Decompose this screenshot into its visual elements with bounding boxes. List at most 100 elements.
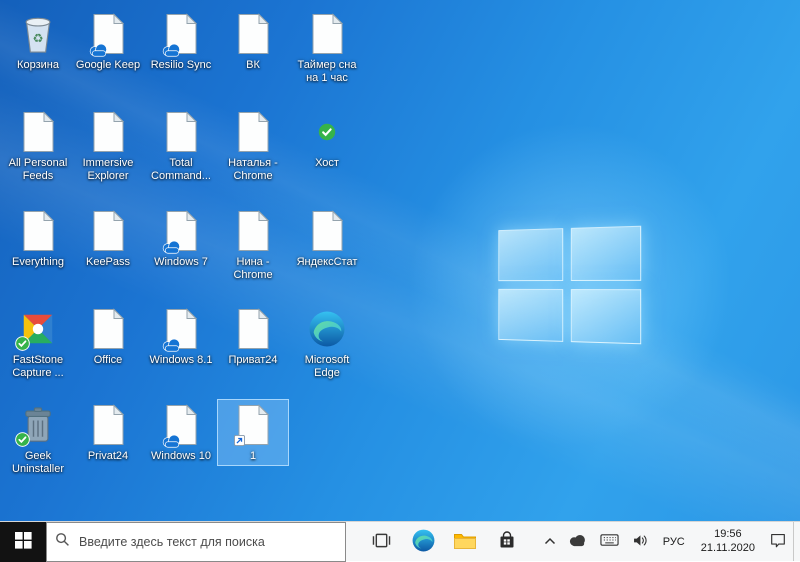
desktop-icon-label: Google Keep	[75, 59, 141, 71]
desktop-icon-google-keep[interactable]: Google Keep	[72, 8, 144, 75]
desktop-icon-office[interactable]: Office	[72, 303, 144, 370]
document-icon	[305, 12, 349, 56]
document-icon	[231, 12, 275, 56]
touch-keyboard-button[interactable]	[594, 522, 625, 561]
desktop-icon-label: Privat24	[87, 450, 129, 462]
desktop-icon-label: Windows 8.1	[149, 354, 213, 366]
edge-icon	[305, 307, 349, 351]
windows-logo-pane	[570, 225, 642, 281]
desktop-icon-label: Geek Uninstaller	[12, 450, 64, 475]
desktop-icon-label: KeePass	[85, 256, 131, 268]
action-center-icon	[769, 531, 787, 552]
desktop-icon-vk[interactable]: ВК	[217, 8, 289, 75]
desktop-icon-label: Office	[93, 354, 123, 366]
store-bag-icon	[497, 530, 517, 554]
document-icon	[231, 307, 275, 351]
document-cloud-icon	[159, 12, 203, 57]
document-icon	[86, 403, 130, 447]
desktop-icon-label: Нина - Chrome	[233, 256, 273, 281]
desktop-icon-label: Microsoft Edge	[304, 354, 350, 379]
desktop-icon-immersive-explorer[interactable]: Immersive Explorer	[72, 106, 144, 186]
clock[interactable]: 19:56 21.11.2020	[693, 522, 763, 561]
desktop-icon-faststone-capture[interactable]: FastStone Capture ...	[2, 303, 74, 383]
desktop-icon-label: ВК	[246, 59, 260, 71]
svg-text:♻: ♻	[32, 32, 43, 46]
system-tray: РУС 19:56 21.11.2020	[538, 522, 800, 561]
cloud-icon	[568, 533, 588, 550]
document-icon	[231, 403, 275, 447]
desktop-icon-windows-10[interactable]: Windows 10	[145, 399, 217, 466]
desktop-icon-label: 1	[249, 450, 257, 462]
desktop: ♻ Корзина Google Keep Resilio Sync ВК Тай…	[0, 0, 800, 521]
hidden-icons-button[interactable]	[538, 522, 562, 561]
document-icon	[231, 209, 275, 253]
taskbar: РУС 19:56 21.11.2020	[0, 521, 800, 562]
task-view-button[interactable]	[360, 522, 402, 562]
geek-uninstaller-icon	[15, 403, 60, 447]
desktop-icon-label: Windows 10	[151, 450, 211, 462]
windows-logo-pane	[570, 289, 642, 345]
document-cloud-icon	[159, 403, 203, 448]
desktop-icon-label: Resilio Sync	[150, 59, 212, 71]
language-indicator[interactable]: РУС	[655, 522, 693, 561]
desktop-icon-label: Everything	[12, 256, 64, 268]
recycle-bin-icon: ♻	[16, 12, 60, 56]
desktop-icon-yandex-stat[interactable]: ЯндексСтат	[291, 205, 363, 272]
document-icon	[16, 209, 60, 253]
clock-time: 19:56	[714, 527, 742, 540]
volume-button[interactable]	[625, 522, 655, 561]
document-cloud-icon	[159, 209, 203, 254]
windows-logo	[498, 225, 642, 345]
desktop-icon-total-commander[interactable]: Total Command...	[145, 106, 217, 186]
windows-start-icon	[14, 532, 32, 552]
desktop-icon-geek-uninstaller[interactable]: Geek Uninstaller	[2, 399, 74, 479]
desktop-icon-sleep-timer[interactable]: Таймер сна на 1 час	[291, 8, 363, 88]
desktop-icon-everything[interactable]: Everything	[2, 205, 74, 272]
windows-logo-pane	[498, 228, 564, 282]
desktop-icon-label: Таймер сна на 1 час	[297, 59, 357, 84]
desktop-icon-windows-8-1[interactable]: Windows 8.1	[145, 303, 217, 370]
desktop-icon-resilio-sync[interactable]: Resilio Sync	[145, 8, 217, 75]
chevron-up-icon	[544, 534, 556, 549]
desktop-icon-windows-7[interactable]: Windows 7	[145, 205, 217, 272]
faststone-icon	[15, 307, 60, 351]
desktop-icon-privat24-ua[interactable]: Приват24	[217, 303, 289, 370]
action-center-button[interactable]	[763, 522, 793, 561]
document-icon	[86, 110, 130, 154]
search-input[interactable]	[77, 534, 337, 550]
desktop-icon-recycle-bin[interactable]: ♻ Корзина	[2, 8, 74, 75]
desktop-icon-label: Total Command...	[151, 157, 211, 182]
desktop-icon-label: Наталья - Chrome	[228, 157, 278, 182]
file-explorer-button[interactable]	[444, 522, 486, 562]
taskbar-empty-area	[528, 522, 538, 561]
taskbar-gap	[346, 522, 360, 561]
desktop-icon-natalya-chrome[interactable]: Наталья - Chrome	[217, 106, 289, 186]
desktop-icon-shortcut-1[interactable]: 1	[217, 399, 289, 466]
clock-date: 21.11.2020	[700, 541, 755, 554]
show-desktop-button[interactable]	[793, 522, 800, 561]
desktop-icon-label: Immersive Explorer	[82, 157, 134, 182]
store-button[interactable]	[486, 522, 528, 562]
document-cloud-icon	[159, 307, 203, 352]
desktop-icon-label: Windows 7	[154, 256, 208, 268]
desktop-icon-label: ЯндексСтат	[296, 256, 358, 268]
search-icon	[55, 532, 70, 552]
keyboard-icon	[600, 533, 619, 550]
start-button[interactable]	[0, 522, 46, 562]
edge-taskbar-button[interactable]	[402, 522, 444, 562]
desktop-icon-label: All Personal Feeds	[8, 157, 68, 182]
document-icon	[16, 110, 60, 154]
desktop-icon-keepass[interactable]: KeePass	[72, 205, 144, 272]
desktop-icon-nina-chrome[interactable]: Нина - Chrome	[217, 205, 289, 285]
desktop-icon-microsoft-edge[interactable]: Microsoft Edge	[291, 303, 363, 383]
document-icon	[159, 110, 203, 154]
search-box[interactable]	[46, 522, 346, 562]
desktop-icon-privat24[interactable]: Privat24	[72, 399, 144, 466]
desktop-icon-all-personal-feeds[interactable]: All Personal Feeds	[2, 106, 74, 186]
edge-icon	[411, 528, 436, 556]
speaker-icon	[631, 532, 649, 552]
green-check-icon	[305, 110, 349, 154]
onedrive-tray-button[interactable]	[562, 522, 594, 561]
desktop-icon-host[interactable]: Хост	[291, 106, 363, 173]
document-icon	[305, 209, 349, 253]
